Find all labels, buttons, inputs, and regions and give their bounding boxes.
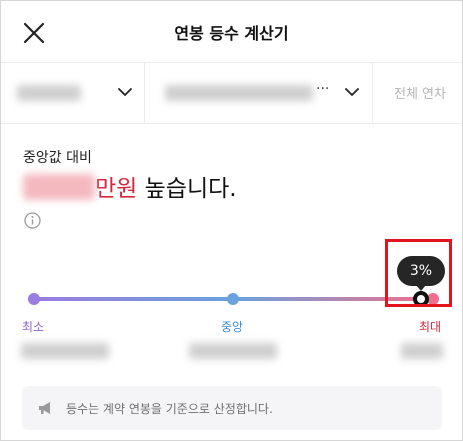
notice-text: 등수는 계약 연봉을 기준으로 산정합니다. (66, 402, 273, 416)
redacted-max-value (401, 343, 443, 359)
compare-label: 중앙값 대비 (23, 150, 92, 166)
ellipsis: ··· (316, 81, 330, 97)
app-header: 연봉 등수 계산기 (1, 1, 462, 63)
highlight-box (385, 239, 452, 307)
job-title-dropdown[interactable]: ··· (145, 63, 373, 124)
notice-box: 등수는 계약 연봉을 기준으로 산정합니다. (22, 386, 442, 430)
amount-unit: 만원 (95, 176, 138, 202)
chevron-down-icon (345, 88, 359, 96)
tick-label-max: 최대 (419, 320, 442, 334)
salary-difference-headline: 만원 높습니다. (23, 169, 237, 203)
rank-slider: 3% 최소 중앙 최대 (1, 239, 463, 361)
redacted-min-value (21, 343, 109, 359)
redacted-median-value (189, 343, 277, 359)
info-circle-icon[interactable] (24, 212, 41, 229)
min-dot (28, 293, 40, 305)
tick-label-min: 최소 (22, 320, 45, 334)
megaphone-icon (39, 402, 50, 414)
redacted-value (17, 85, 81, 101)
redacted-amount (23, 174, 95, 200)
career-years-filter[interactable]: 전체 연차 (373, 63, 463, 124)
redacted-value (165, 85, 313, 101)
chevron-down-icon (118, 88, 132, 96)
page-title: 연봉 등수 계산기 (174, 24, 289, 43)
median-dot (227, 293, 239, 305)
job-category-dropdown[interactable] (1, 63, 145, 124)
filter-bar: ··· 전체 연차 (1, 63, 462, 124)
career-years-label: 전체 연차 (394, 87, 446, 102)
tick-label-median: 중앙 (221, 320, 244, 334)
headline-suffix: 높습니다. (137, 176, 237, 202)
